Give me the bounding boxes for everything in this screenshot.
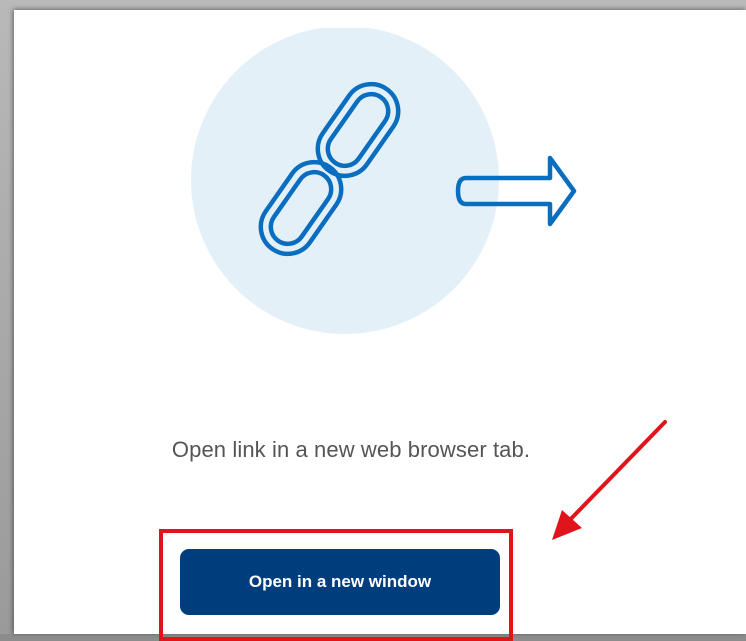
red-annotation-arrow: [552, 420, 667, 540]
open-new-window-button[interactable]: Open in a new window: [180, 549, 500, 615]
illustration-background-circle: [191, 28, 499, 334]
link-illustration: [191, 28, 577, 334]
screenshot-frame: Open link in a new web browser tab. Open…: [0, 0, 746, 641]
